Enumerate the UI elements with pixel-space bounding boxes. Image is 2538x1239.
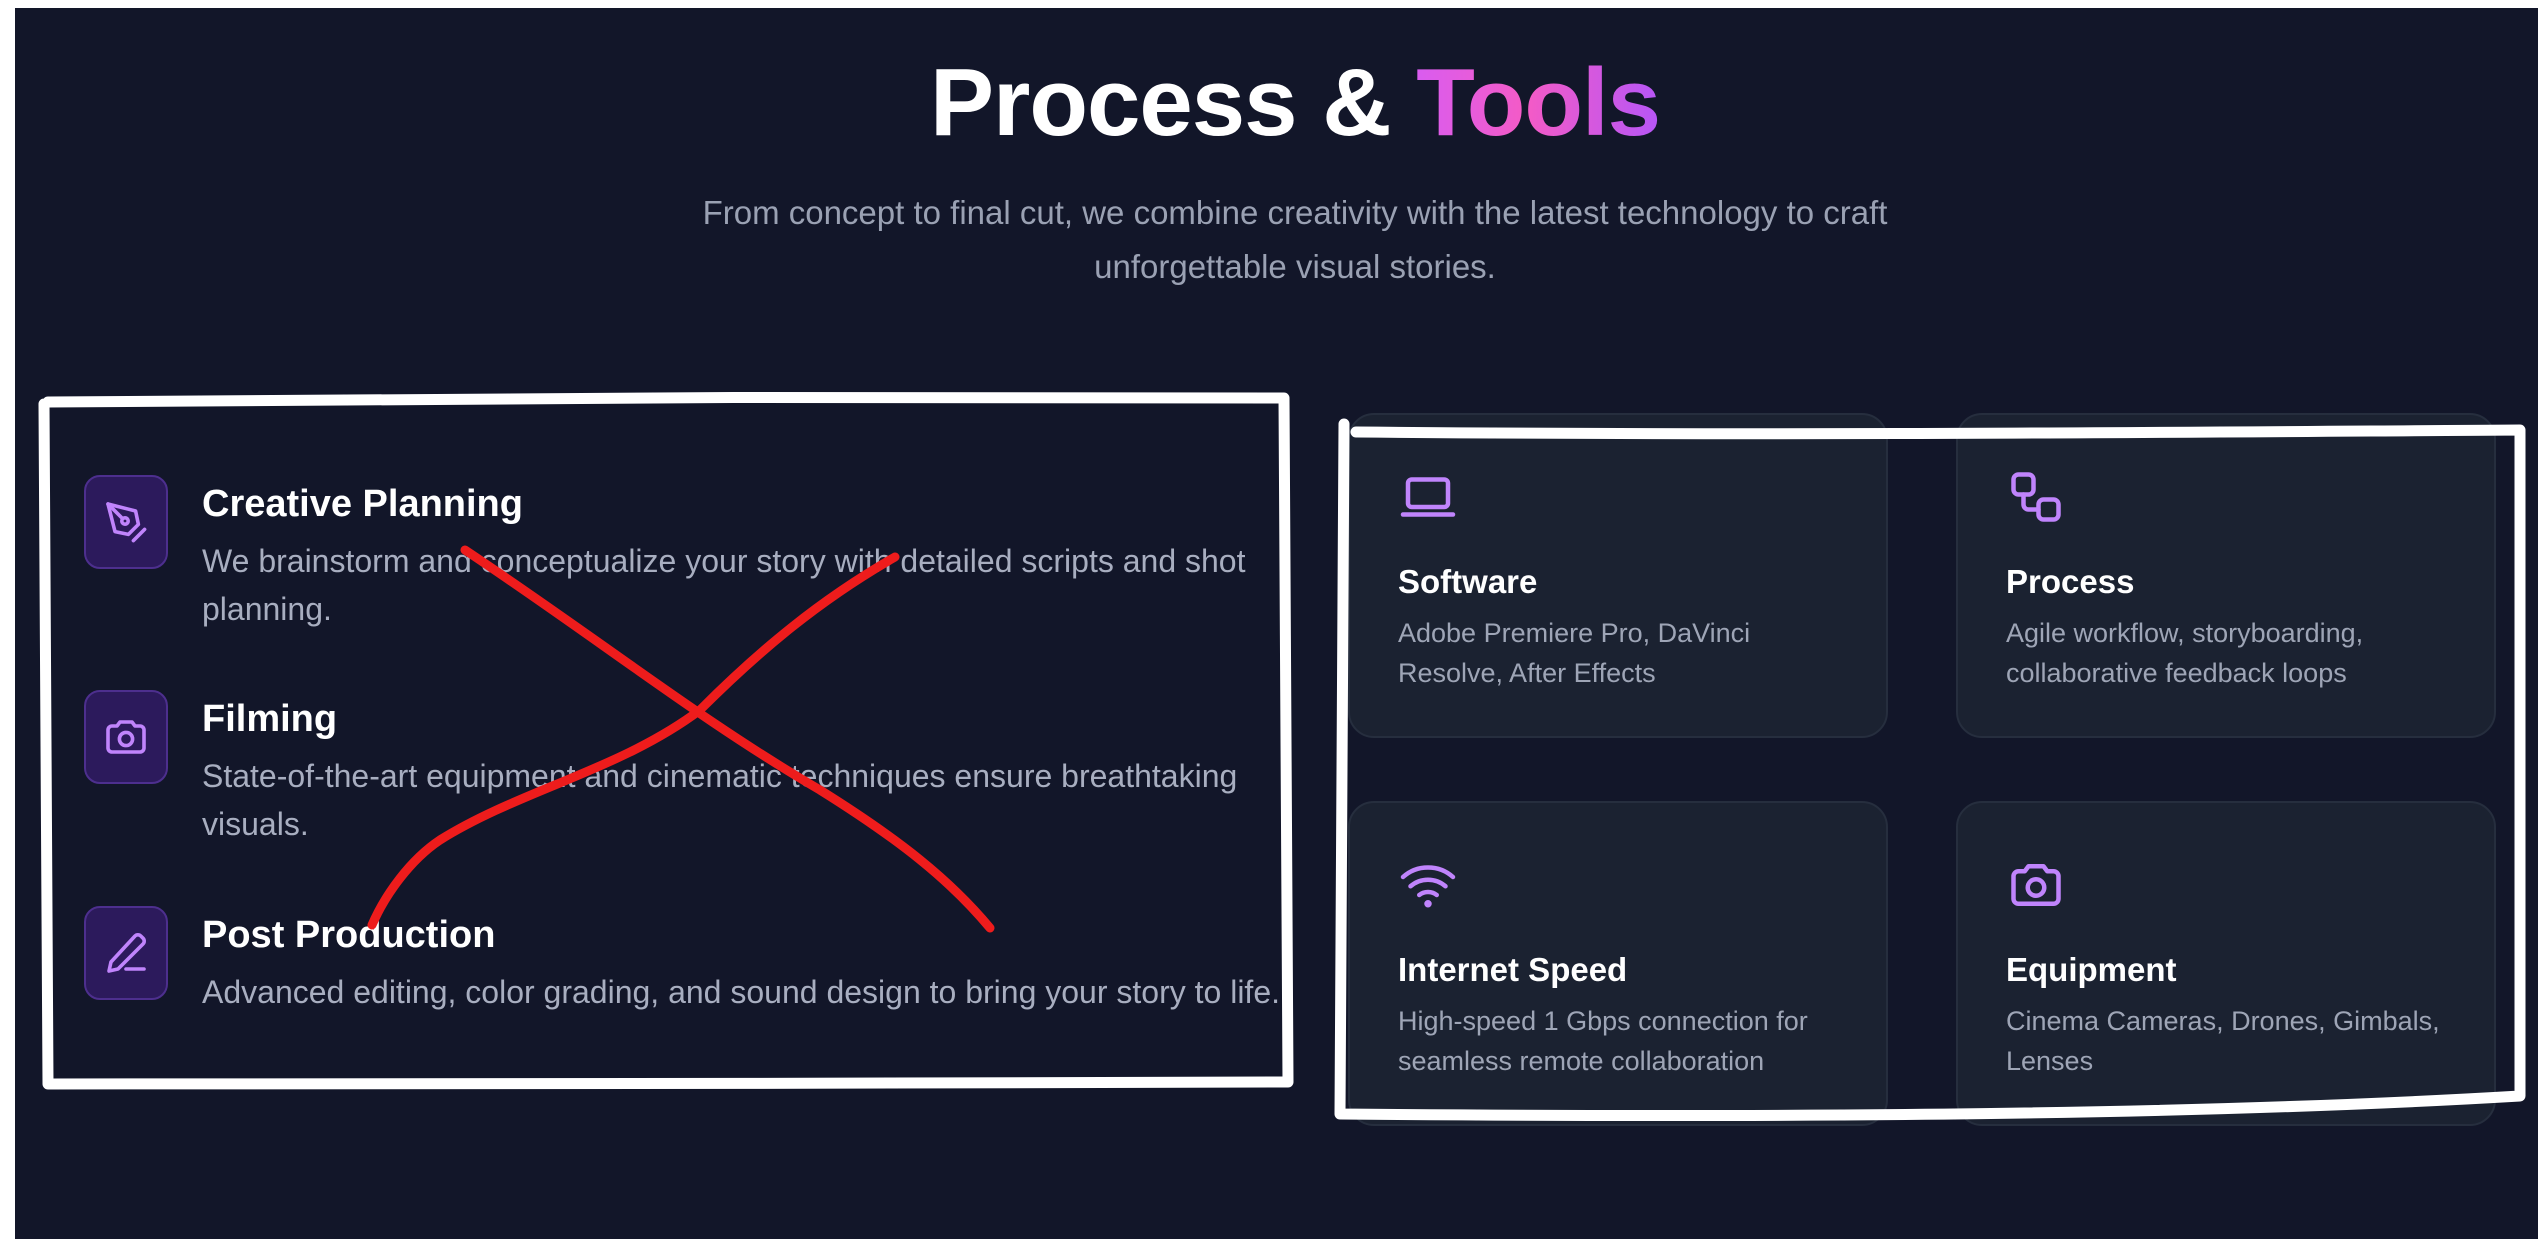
page-subtitle: From concept to final cut, we combine cr… <box>615 186 1975 294</box>
step-title: Filming <box>202 698 338 740</box>
step-description: Advanced editing, color grading, and sou… <box>202 974 1280 1010</box>
camera-icon <box>84 690 168 784</box>
step-description: We brainstorm and conceptualize your sto… <box>202 543 1246 627</box>
step-description: State-of-the-art equipment and cinematic… <box>202 758 1238 842</box>
pen-tool-icon <box>84 475 168 569</box>
camera-icon <box>2006 855 2066 915</box>
subtitle-line-1: From concept to final cut, we combine cr… <box>702 194 1888 231</box>
card-description: Cinema Cameras, Drones, Gimbals, Lenses <box>2006 1006 2440 1076</box>
step-title: Post Production <box>202 914 496 956</box>
workflow-icon <box>2006 467 2066 527</box>
card-title: Internet Speed <box>1398 951 1628 988</box>
tool-card-equipment: Equipment Cinema Cameras, Drones, Gimbal… <box>1956 801 2496 1126</box>
step-title: Creative Planning <box>202 483 523 525</box>
tool-card-internet-speed: Internet Speed High-speed 1 Gbps connect… <box>1348 801 1888 1126</box>
tool-card-process: Process Agile workflow, storyboarding, c… <box>1956 413 2496 738</box>
tool-card-software: Software Adobe Premiere Pro, DaVinci Res… <box>1348 413 1888 738</box>
card-title: Software <box>1398 563 1538 600</box>
card-title: Equipment <box>2006 951 2177 988</box>
subtitle-line-2: unforgettable visual stories. <box>1094 248 1496 285</box>
card-description: High-speed 1 Gbps connection for seamles… <box>1398 1006 1808 1076</box>
card-description: Agile workflow, storyboarding, collabora… <box>2006 618 2364 688</box>
laptop-icon <box>1398 467 1458 527</box>
page-title: Process & Tools <box>15 48 2538 158</box>
title-accent: Tools <box>1416 49 1661 156</box>
card-title: Process <box>2006 563 2135 600</box>
wifi-icon <box>1398 855 1458 915</box>
pencil-icon <box>84 906 168 1000</box>
card-description: Adobe Premiere Pro, DaVinci Resolve, Aft… <box>1398 618 1751 688</box>
title-main: Process & <box>929 49 1392 156</box>
